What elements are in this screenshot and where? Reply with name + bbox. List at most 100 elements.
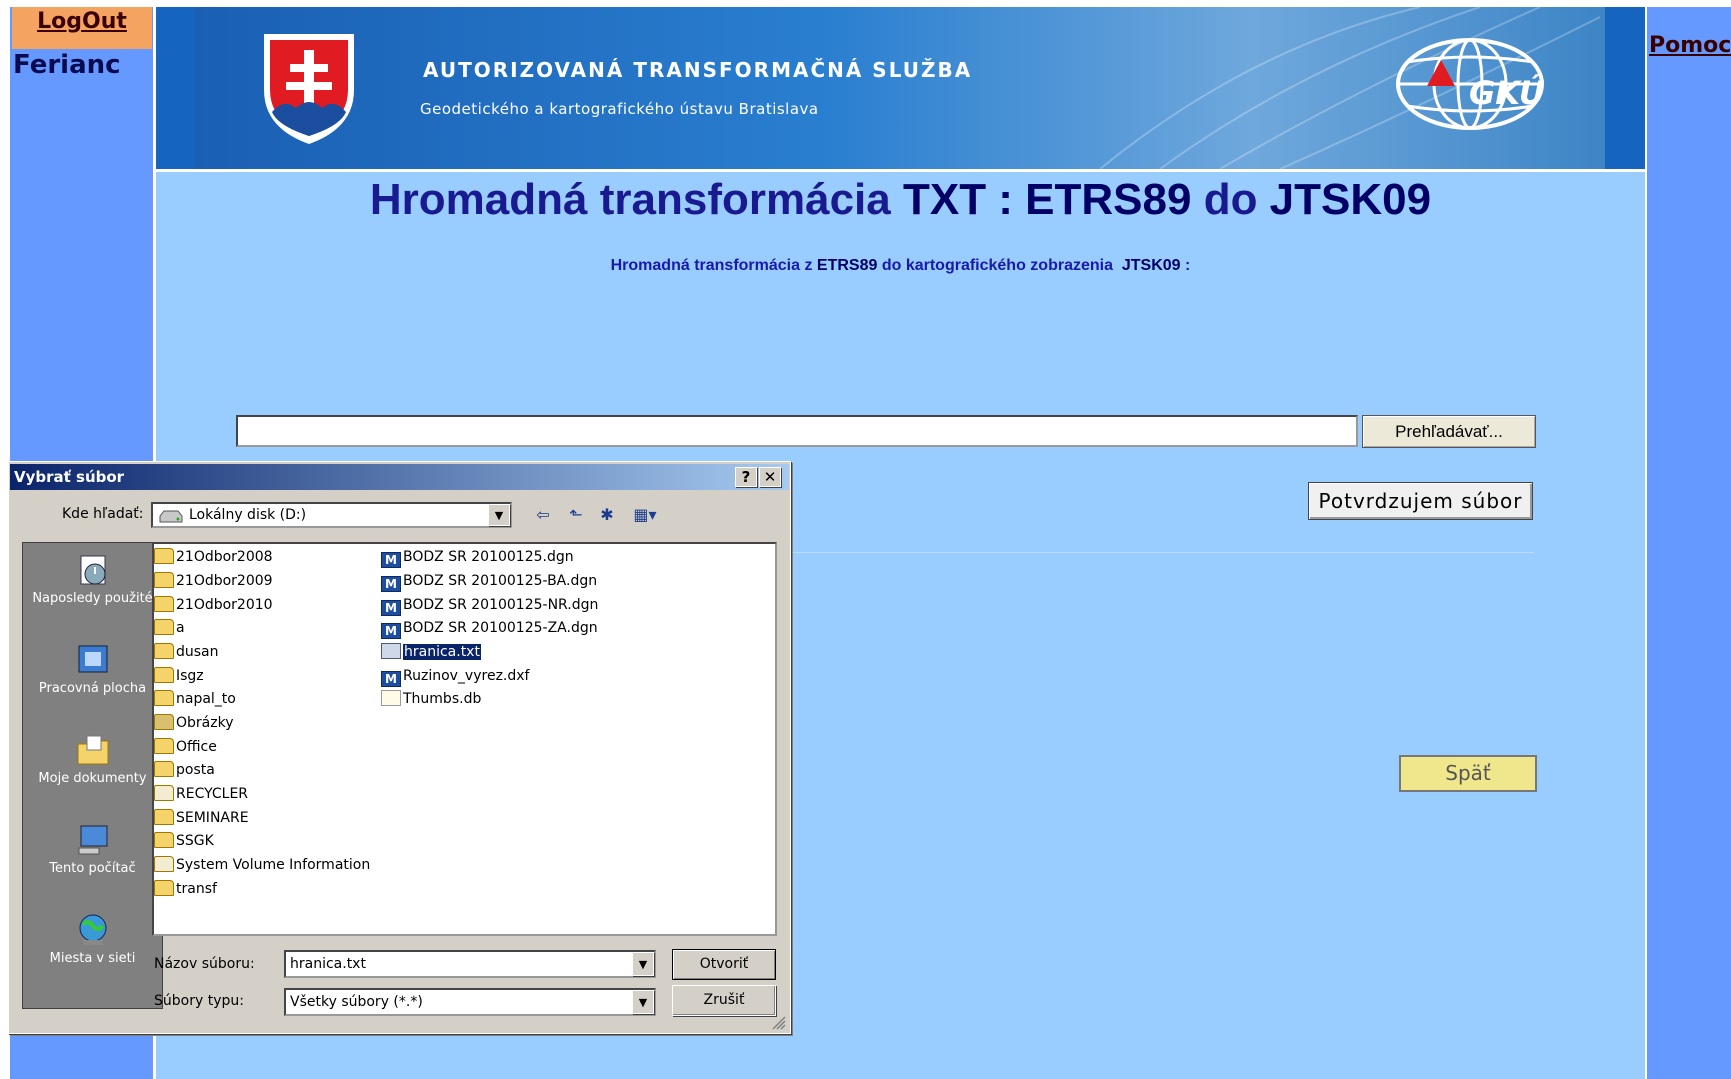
list-item[interactable]: System Volume Information <box>154 855 370 875</box>
list-item[interactable]: 21Odbor2010 <box>154 595 273 615</box>
place-label: Naposledy použité <box>32 591 153 606</box>
list-item[interactable]: 21Odbor2009 <box>154 571 273 591</box>
list-item[interactable]: RECYCLER <box>154 784 248 804</box>
logout-link[interactable]: LogOut <box>37 9 127 34</box>
list-item[interactable]: Thumbs.db <box>381 689 481 709</box>
place-network[interactable]: Miesta v sieti <box>22 912 163 968</box>
browse-button[interactable]: Prehľadávať... <box>1362 415 1536 448</box>
place-desktop[interactable]: Pracovná plocha <box>22 642 163 698</box>
folder-icon <box>154 809 174 825</box>
subtitle-part-5: : <box>1180 257 1191 274</box>
dialog-help-button[interactable]: ? <box>735 467 757 487</box>
open-button[interactable]: Otvoriť <box>672 949 776 980</box>
list-item[interactable]: M BODZ SR 20100125.dgn <box>381 547 574 568</box>
subtitle-part-4: JTSK09 <box>1121 257 1181 274</box>
place-label: Pracovná plocha <box>38 681 147 696</box>
list-item[interactable]: M BODZ SR 20100125-BA.dgn <box>381 571 597 592</box>
new-folder-icon[interactable]: ✱ <box>596 505 618 525</box>
chevron-down-icon[interactable]: ▼ <box>488 504 510 526</box>
title-part-1: Hromadná transformácia <box>369 175 903 224</box>
subtitle-part-3: do kartografického zobrazenia <box>877 257 1122 274</box>
look-in-label: Kde hľadať: <box>62 506 144 522</box>
text-file-icon <box>381 643 401 659</box>
dxf-file-icon: M <box>381 671 401 687</box>
dgn-file-icon: M <box>381 600 401 616</box>
file-path-input[interactable] <box>236 415 1358 447</box>
folder-icon <box>154 880 174 896</box>
chevron-down-icon[interactable]: ▼ <box>632 990 654 1014</box>
dgn-file-icon: M <box>381 576 401 592</box>
drive-icon <box>159 510 183 523</box>
globe-logo-icon: GKÚ <box>1396 38 1545 130</box>
subtitle-part-1: Hromadná transformácia z <box>610 257 817 274</box>
folder-icon <box>154 548 174 564</box>
pictures-folder-icon <box>154 714 174 730</box>
list-item[interactable]: 21Odbor2008 <box>154 547 273 567</box>
list-item[interactable]: dusan <box>154 642 219 662</box>
folder-icon <box>154 761 174 777</box>
dgn-file-icon: M <box>381 623 401 639</box>
db-file-icon <box>381 690 401 706</box>
resize-grip-icon[interactable] <box>770 1014 786 1030</box>
confirm-file-button[interactable]: Potvrdzujem súbor <box>1308 482 1533 520</box>
filename-label: Názov súboru: <box>154 956 255 972</box>
dialog-titlebar[interactable] <box>10 464 789 490</box>
folder-icon <box>154 572 174 588</box>
folder-icon <box>154 856 174 872</box>
help-link[interactable]: Pomoc <box>1649 33 1731 58</box>
logo-text: GKÚ <box>1469 73 1545 112</box>
documents-icon <box>77 735 108 765</box>
list-item[interactable]: SSGK <box>154 831 214 851</box>
back-arrow-icon[interactable]: ⇦ <box>532 505 554 525</box>
chevron-down-icon[interactable]: ▼ <box>632 952 654 976</box>
dialog-title: Vybrať súbor <box>14 468 125 486</box>
filetype-select[interactable]: Všetky súbory (*.*) <box>284 988 656 1016</box>
place-computer[interactable]: Tento počítač <box>22 822 163 878</box>
computer-icon <box>78 825 107 855</box>
place-label: Moje dokumenty <box>38 771 147 786</box>
folder-icon <box>154 619 174 635</box>
list-item[interactable]: M BODZ SR 20100125-ZA.dgn <box>381 618 598 639</box>
list-item[interactable]: SEMINARE <box>154 808 249 828</box>
list-item-selected[interactable]: hranica.txt <box>381 642 482 662</box>
list-item[interactable]: Office <box>154 737 217 757</box>
look-in-select[interactable]: Lokálny disk (D:) <box>151 502 512 528</box>
banner-subtitle: Geodetického a kartografického ústavu Br… <box>420 100 819 118</box>
up-folder-icon[interactable]: ⬑ <box>565 505 587 525</box>
list-item[interactable]: transf <box>154 879 217 899</box>
list-item[interactable]: M BODZ SR 20100125-NR.dgn <box>381 595 598 616</box>
list-item[interactable]: M Ruzinov_vyrez.dxf <box>381 666 529 687</box>
right-sidebar <box>1647 7 1731 1079</box>
place-recent[interactable]: Naposledy použité <box>22 552 163 608</box>
title-part-4: JTSK09 <box>1269 175 1432 224</box>
place-label: Tento počítač <box>49 861 136 876</box>
list-item[interactable]: Obrázky <box>154 713 233 733</box>
list-item[interactable]: Isgz <box>154 666 204 686</box>
title-part-3: do <box>1191 175 1270 224</box>
cancel-button[interactable]: Zrušiť <box>672 985 776 1016</box>
filetype-label: Súbory typu: <box>154 993 244 1009</box>
dgn-file-icon: M <box>381 552 401 568</box>
divider <box>716 552 1534 553</box>
list-item[interactable]: napal_to <box>154 689 236 709</box>
page-title: Hromadná transformácia TXT : ETRS89 do J… <box>156 175 1645 225</box>
back-button[interactable]: Späť <box>1399 755 1537 792</box>
filename-input[interactable]: hranica.txt <box>284 950 656 978</box>
dialog-close-button[interactable]: ✕ <box>759 467 781 487</box>
list-item[interactable]: a <box>154 618 185 638</box>
coat-of-arms-icon <box>264 34 354 144</box>
folder-icon <box>154 785 174 801</box>
place-documents[interactable]: Moje dokumenty <box>22 732 163 788</box>
desktop-icon <box>78 645 107 673</box>
folder-icon <box>154 690 174 706</box>
page-subtitle: Hromadná transformácia z ETRS89 do karto… <box>156 257 1645 275</box>
network-icon <box>79 914 106 945</box>
place-label: Miesta v sieti <box>49 951 136 966</box>
folder-icon <box>154 596 174 612</box>
folder-icon <box>154 667 174 683</box>
folder-icon <box>154 832 174 848</box>
folder-icon <box>154 738 174 754</box>
view-menu-icon[interactable]: ▦▾ <box>628 505 662 525</box>
user-name: Ferianc <box>13 50 121 80</box>
list-item[interactable]: posta <box>154 760 215 780</box>
